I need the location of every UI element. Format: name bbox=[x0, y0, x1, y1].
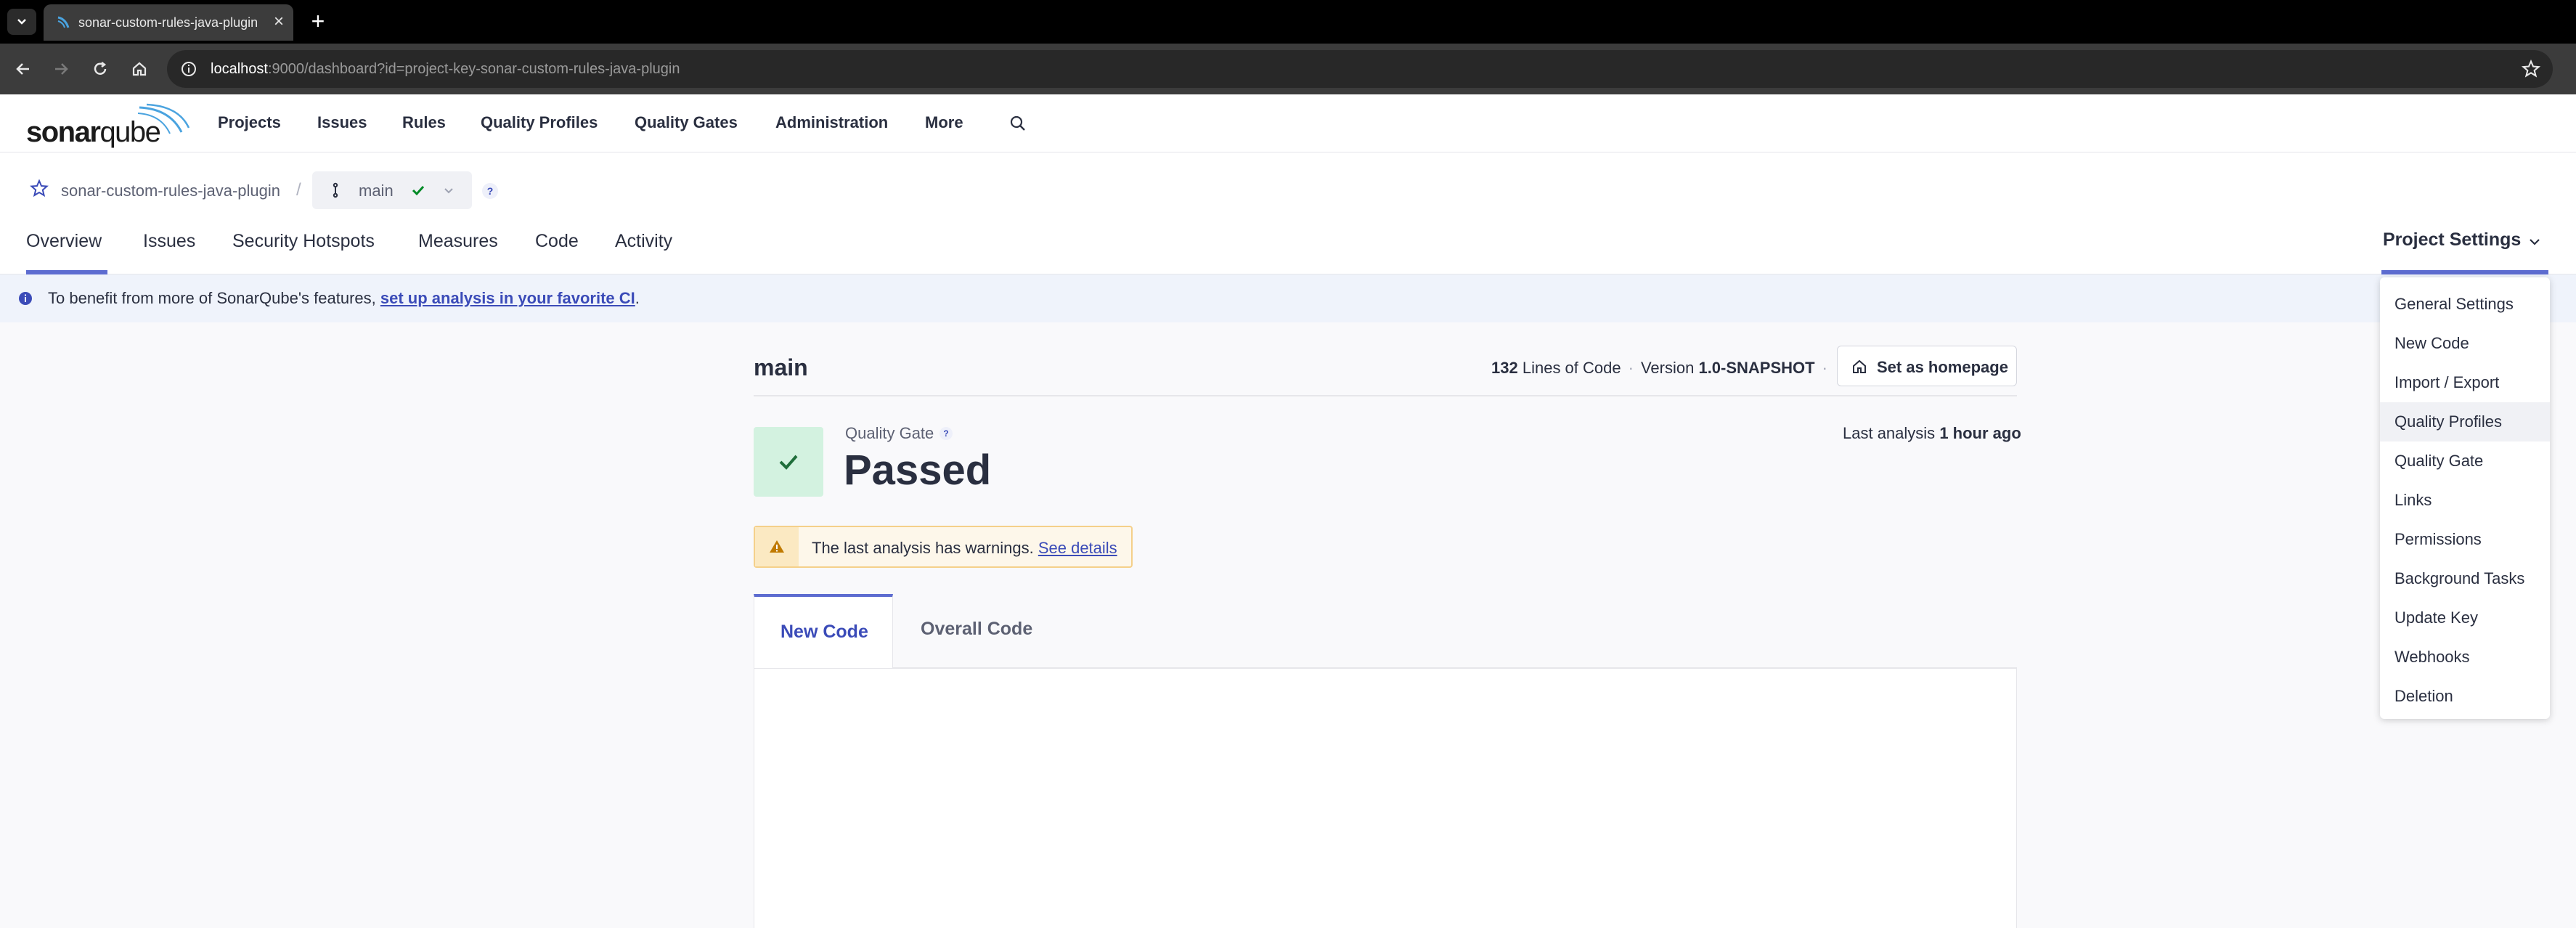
logo-arc-icon bbox=[137, 103, 190, 134]
code-measures-panel bbox=[754, 668, 2017, 928]
sonarqube-favicon-icon bbox=[57, 16, 70, 28]
quality-gate-label: Quality Gate bbox=[845, 424, 934, 442]
chevron-down-icon[interactable] bbox=[2527, 234, 2543, 250]
tab-issues[interactable]: Issues bbox=[143, 231, 195, 252]
tab-new-code-label: New Code bbox=[780, 622, 868, 642]
warning-message: The last analysis has warnings. See deta… bbox=[812, 539, 1117, 558]
last-analysis-label: Last analysis bbox=[1843, 424, 1936, 442]
menu-item-new-code[interactable]: New Code bbox=[2380, 324, 2550, 363]
bookmark-star-icon[interactable] bbox=[2521, 59, 2541, 79]
project-navigation: sonar-custom-rules-java-plugin / main ? … bbox=[0, 152, 2576, 274]
tab-code[interactable]: Code bbox=[535, 231, 579, 252]
help-icon[interactable]: ? bbox=[939, 427, 953, 440]
lines-count: 132 bbox=[1491, 359, 1518, 377]
new-tab-icon[interactable]: + bbox=[305, 9, 331, 35]
menu-item-webhooks[interactable]: Webhooks bbox=[2380, 638, 2550, 677]
info-banner: To benefit from more of SonarQube's feat… bbox=[0, 274, 2576, 322]
url-text: localhost:9000/dashboard?id=project-key-… bbox=[211, 61, 680, 78]
menu-item-quality-gate[interactable]: Quality Gate bbox=[2380, 441, 2550, 481]
nav-quality-profiles[interactable]: Quality Profiles bbox=[481, 113, 598, 132]
breadcrumb-separator: / bbox=[296, 180, 301, 200]
code-tabs: New Code Overall Code bbox=[754, 594, 2017, 928]
url-path: :9000/dashboard?id=project-key-sonar-cus… bbox=[267, 61, 680, 77]
help-icon[interactable]: ? bbox=[482, 183, 498, 199]
warning-icon-background bbox=[755, 527, 799, 566]
tab-measures[interactable]: Measures bbox=[418, 231, 498, 252]
version-value: 1.0-SNAPSHOT bbox=[1698, 359, 1815, 377]
nav-administration[interactable]: Administration bbox=[775, 113, 888, 132]
menu-item-update-key[interactable]: Update Key bbox=[2380, 598, 2550, 638]
version-label: Version bbox=[1640, 359, 1695, 377]
menu-item-import-export[interactable]: Import / Export bbox=[2380, 363, 2550, 402]
favorite-star-icon[interactable] bbox=[29, 179, 49, 199]
warning-text: The last analysis has warnings. bbox=[812, 539, 1034, 557]
url-host: localhost bbox=[211, 61, 268, 77]
browser-tab[interactable]: sonar-custom-rules-java-plugin × bbox=[44, 4, 293, 41]
home-icon[interactable] bbox=[125, 54, 154, 84]
chevron-down-icon bbox=[17, 19, 26, 25]
tab-list-button[interactable] bbox=[7, 9, 36, 35]
analysis-warning: The last analysis has warnings. See deta… bbox=[754, 526, 1133, 568]
see-details-link[interactable]: See details bbox=[1038, 539, 1117, 557]
home-icon bbox=[1853, 359, 1866, 373]
project-settings-dropdown: General Settings New Code Import / Expor… bbox=[2380, 277, 2550, 719]
tab-overall-code[interactable]: Overall Code bbox=[921, 619, 1032, 640]
tab-overview[interactable]: Overview bbox=[26, 231, 102, 252]
check-icon bbox=[779, 455, 798, 470]
last-analysis-value: 1 hour ago bbox=[1939, 424, 2021, 442]
quality-gate-status-badge bbox=[754, 427, 823, 497]
branch-title: main bbox=[754, 354, 808, 380]
logo-bold: sonar bbox=[26, 116, 101, 148]
warning-icon bbox=[770, 540, 784, 553]
tab-activity[interactable]: Activity bbox=[615, 231, 672, 252]
nav-projects[interactable]: Projects bbox=[218, 113, 281, 132]
menu-item-deletion[interactable]: Deletion bbox=[2380, 677, 2550, 716]
last-analysis: Last analysis 1 hour ago bbox=[1843, 424, 2021, 443]
menu-item-background-tasks[interactable]: Background Tasks bbox=[2380, 559, 2550, 598]
branch-selector[interactable]: main bbox=[312, 171, 472, 209]
nav-more[interactable]: More bbox=[925, 113, 963, 132]
chevron-down-icon bbox=[444, 188, 453, 194]
divider bbox=[754, 395, 2017, 396]
setup-ci-link[interactable]: set up analysis in your favorite CI bbox=[380, 289, 635, 307]
check-icon bbox=[412, 185, 425, 196]
tab-security-hotspots[interactable]: Security Hotspots bbox=[232, 231, 375, 252]
close-icon[interactable]: × bbox=[269, 12, 289, 32]
set-as-homepage-label: Set as homepage bbox=[1877, 358, 2008, 376]
browser-toolbar: localhost:9000/dashboard?id=project-key-… bbox=[0, 44, 2576, 94]
project-name-breadcrumb[interactable]: sonar-custom-rules-java-plugin bbox=[61, 182, 280, 200]
site-info-icon[interactable] bbox=[180, 60, 197, 78]
nav-rules[interactable]: Rules bbox=[402, 113, 446, 132]
sonarqube-header: sonarqube Projects Issues Rules Quality … bbox=[0, 94, 2576, 152]
banner-suffix: . bbox=[635, 289, 640, 307]
menu-item-permissions[interactable]: Permissions bbox=[2380, 520, 2550, 559]
menu-item-links[interactable]: Links bbox=[2380, 481, 2550, 520]
menu-item-general-settings[interactable]: General Settings bbox=[2380, 285, 2550, 324]
back-icon[interactable] bbox=[9, 54, 38, 84]
set-as-homepage-button[interactable]: Set as homepage bbox=[1837, 346, 2017, 386]
project-settings-menu-button[interactable]: Project Settings bbox=[2383, 229, 2521, 251]
nav-issues[interactable]: Issues bbox=[317, 113, 367, 132]
nav-quality-gates[interactable]: Quality Gates bbox=[635, 113, 738, 132]
lines-label: Lines of Code bbox=[1522, 359, 1621, 377]
forward-icon[interactable] bbox=[46, 54, 76, 84]
quality-gate-status: Passed bbox=[844, 447, 992, 494]
reload-icon[interactable] bbox=[86, 54, 115, 84]
browser-tab-bar: sonar-custom-rules-java-plugin × + bbox=[0, 0, 2576, 44]
menu-item-quality-profiles[interactable]: Quality Profiles bbox=[2380, 402, 2550, 441]
branch-icon bbox=[333, 182, 338, 198]
info-icon bbox=[19, 292, 32, 305]
banner-text: To benefit from more of SonarQube's feat… bbox=[48, 289, 376, 307]
tab-title: sonar-custom-rules-java-plugin bbox=[78, 15, 258, 30]
address-bar[interactable]: localhost:9000/dashboard?id=project-key-… bbox=[167, 50, 2553, 88]
search-icon[interactable] bbox=[1008, 113, 1028, 134]
tab-new-code[interactable]: New Code bbox=[754, 594, 893, 668]
project-meta: 132 Lines of Code · Version 1.0-SNAPSHOT · bbox=[1491, 359, 1827, 377]
banner-message: To benefit from more of SonarQube's feat… bbox=[48, 289, 640, 308]
branch-name: main bbox=[359, 182, 394, 200]
